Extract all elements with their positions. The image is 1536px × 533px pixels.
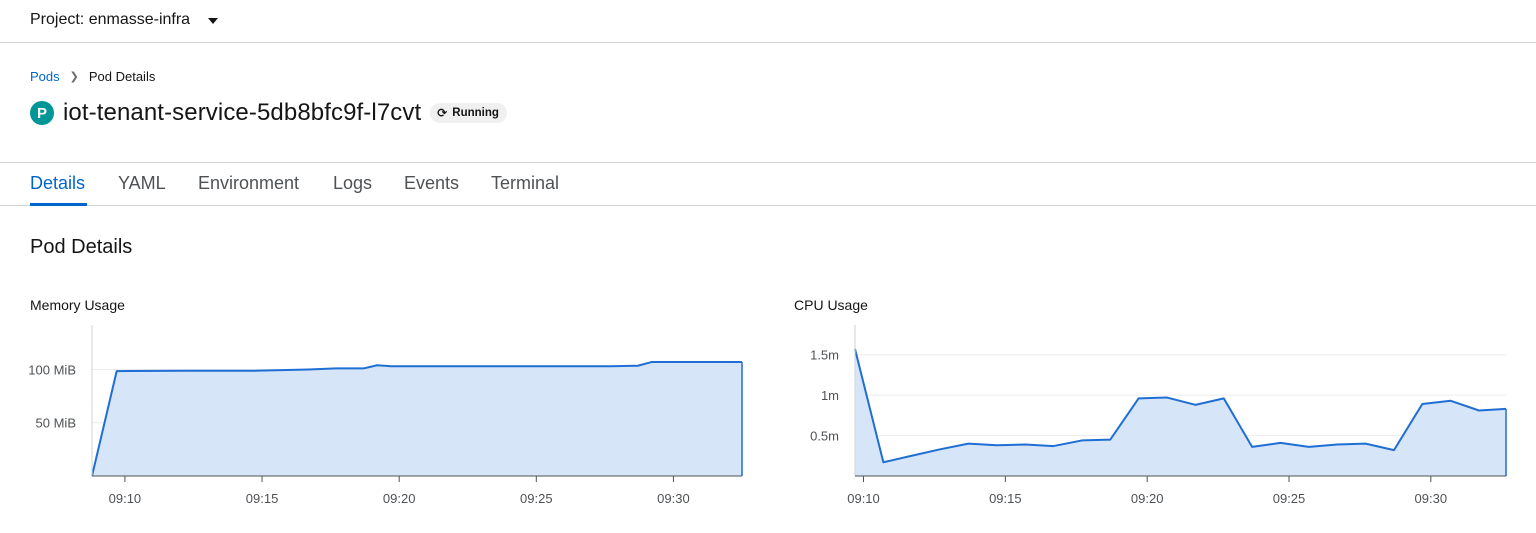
tab-events[interactable]: Events xyxy=(404,173,459,194)
status-badge: ⟳ Running xyxy=(430,103,507,123)
pod-resource-icon: P xyxy=(30,101,54,125)
cpu-chart-x-tick-label: 09:10 xyxy=(847,491,880,506)
cpu-chart-y-tick-label: 0.5m xyxy=(810,429,839,444)
memory-chart-area xyxy=(92,362,742,476)
page-title: iot-tenant-service-5db8bfc9f-l7cvt xyxy=(63,99,422,126)
memory-chart-title: Memory Usage xyxy=(30,297,125,313)
cpu-chart-y-tick-label: 1.5m xyxy=(810,348,839,363)
cpu-chart-x-tick-label: 09:20 xyxy=(1131,491,1164,506)
sync-icon: ⟳ xyxy=(437,106,448,120)
tab-yaml[interactable]: YAML xyxy=(118,173,166,194)
cpu-chart-x-tick-label: 09:25 xyxy=(1273,491,1306,506)
tab-environment[interactable]: Environment xyxy=(198,173,299,194)
caret-down-icon xyxy=(208,18,219,24)
cpu-chart-area xyxy=(855,349,1506,476)
status-label: Running xyxy=(452,107,499,119)
cpu-chart-x-tick-label: 09:15 xyxy=(989,491,1022,506)
breadcrumb-link-pods[interactable]: Pods xyxy=(30,69,60,84)
tab-bar: Details YAML Environment Logs Events Ter… xyxy=(0,162,1536,206)
memory-chart-y-tick-label: 50 MiB xyxy=(36,416,76,431)
project-bar: Project: enmasse-infra xyxy=(0,0,1536,43)
project-selector[interactable]: Project: enmasse-infra xyxy=(30,11,219,29)
active-tab-indicator xyxy=(30,203,87,206)
project-label: Project: enmasse-infra xyxy=(30,11,191,28)
tab-logs[interactable]: Logs xyxy=(333,173,372,194)
cpu-chart-y-tick-label: 1m xyxy=(821,388,839,403)
breadcrumb: Pods ❯ Pod Details xyxy=(30,69,155,84)
chevron-right-icon: ❯ xyxy=(69,71,79,83)
memory-chart-x-tick-label: 09:15 xyxy=(246,491,279,506)
cpu-chart-x-tick-label: 09:30 xyxy=(1415,491,1448,506)
memory-chart-x-tick-label: 09:20 xyxy=(383,491,416,506)
section-title: Pod Details xyxy=(30,236,133,258)
tab-terminal[interactable]: Terminal xyxy=(491,173,559,194)
breadcrumb-current: Pod Details xyxy=(88,69,156,84)
memory-chart-x-tick-label: 09:30 xyxy=(657,491,690,506)
memory-usage-chart: 50 MiB 100 MiB 09:10 09:15 09:20 09:25 09:30 xyxy=(28,325,743,506)
cpu-usage-chart: 0.5m 1m 1.5m 09:10 09:15 09:20 09:25 09:30 xyxy=(810,325,1507,506)
memory-chart-x-tick-label: 09:10 xyxy=(109,491,142,506)
cpu-chart-title: CPU Usage xyxy=(794,297,868,313)
memory-chart-y-tick-label: 100 MiB xyxy=(28,362,76,377)
tab-details[interactable]: Details xyxy=(30,173,85,194)
page-heading: P iot-tenant-service-5db8bfc9f-l7cvt ⟳ R… xyxy=(30,99,507,127)
memory-chart-x-tick-label: 09:25 xyxy=(520,491,553,506)
